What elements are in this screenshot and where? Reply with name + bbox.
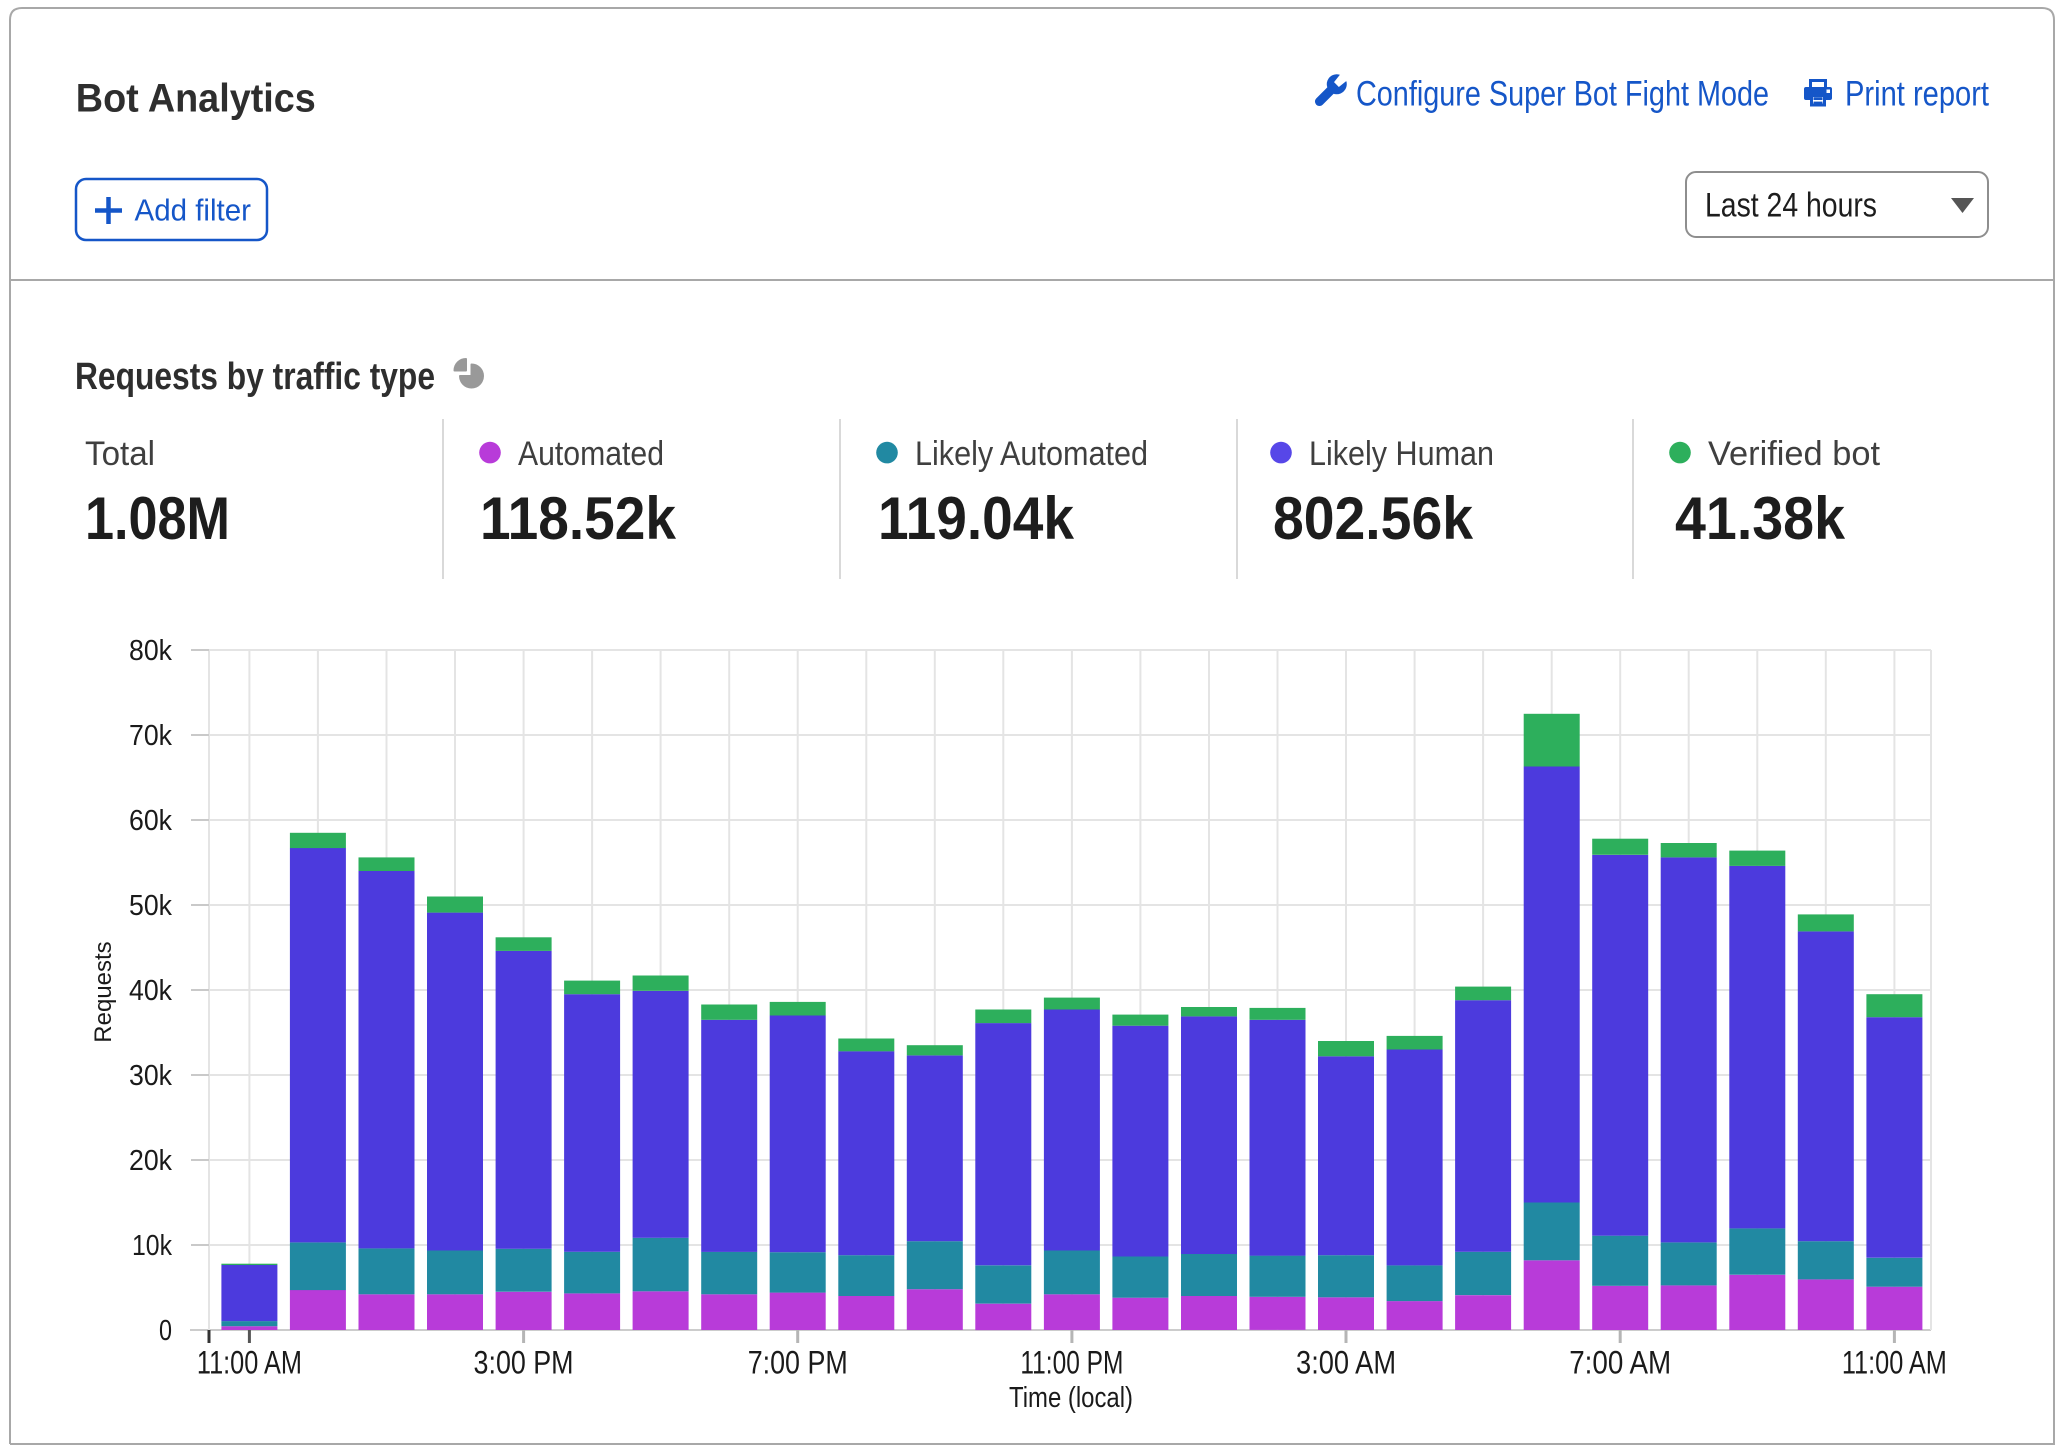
svg-text:Requests: Requests bbox=[90, 941, 117, 1042]
svg-text:70k: 70k bbox=[129, 720, 173, 752]
svg-text:50k: 50k bbox=[129, 890, 173, 922]
svg-text:Bot Analytics: Bot Analytics bbox=[76, 77, 316, 121]
svg-text:Verified bot: Verified bot bbox=[1708, 435, 1881, 473]
svg-text:802.56k: 802.56k bbox=[1273, 485, 1474, 552]
svg-text:7:00 PM: 7:00 PM bbox=[748, 1345, 848, 1381]
svg-text:Automated: Automated bbox=[518, 435, 664, 473]
svg-text:118.52k: 118.52k bbox=[480, 485, 677, 552]
svg-text:Total: Total bbox=[85, 435, 155, 473]
svg-text:40k: 40k bbox=[129, 975, 173, 1007]
svg-text:3:00 PM: 3:00 PM bbox=[474, 1345, 574, 1381]
svg-text:20k: 20k bbox=[129, 1145, 173, 1177]
svg-text:11:00 PM: 11:00 PM bbox=[1020, 1345, 1123, 1381]
svg-text:119.04k: 119.04k bbox=[878, 485, 1075, 552]
svg-text:Likely Automated: Likely Automated bbox=[915, 435, 1148, 473]
svg-text:7:00 AM: 7:00 AM bbox=[1569, 1345, 1671, 1381]
svg-text:41.38k: 41.38k bbox=[1675, 485, 1846, 552]
svg-text:1.08M: 1.08M bbox=[85, 485, 230, 552]
svg-text:60k: 60k bbox=[129, 805, 173, 837]
svg-text:Requests by traffic type: Requests by traffic type bbox=[75, 356, 435, 398]
svg-text:10k: 10k bbox=[132, 1230, 173, 1262]
svg-text:Add filter: Add filter bbox=[135, 194, 252, 228]
svg-text:11:00 AM: 11:00 AM bbox=[1842, 1345, 1947, 1381]
svg-text:30k: 30k bbox=[129, 1060, 173, 1092]
svg-text:3:00 AM: 3:00 AM bbox=[1296, 1345, 1396, 1381]
svg-text:80k: 80k bbox=[129, 635, 173, 667]
svg-text:Likely Human: Likely Human bbox=[1309, 435, 1494, 473]
svg-text:11:00 AM: 11:00 AM bbox=[197, 1345, 302, 1381]
svg-text:Configure Super Bot Fight Mode: Configure Super Bot Fight Mode bbox=[1356, 74, 1769, 113]
svg-text:Time (local): Time (local) bbox=[1009, 1382, 1133, 1414]
svg-text:0: 0 bbox=[159, 1315, 172, 1347]
svg-text:Last 24 hours: Last 24 hours bbox=[1705, 186, 1877, 224]
svg-text:Print report: Print report bbox=[1845, 74, 1989, 113]
